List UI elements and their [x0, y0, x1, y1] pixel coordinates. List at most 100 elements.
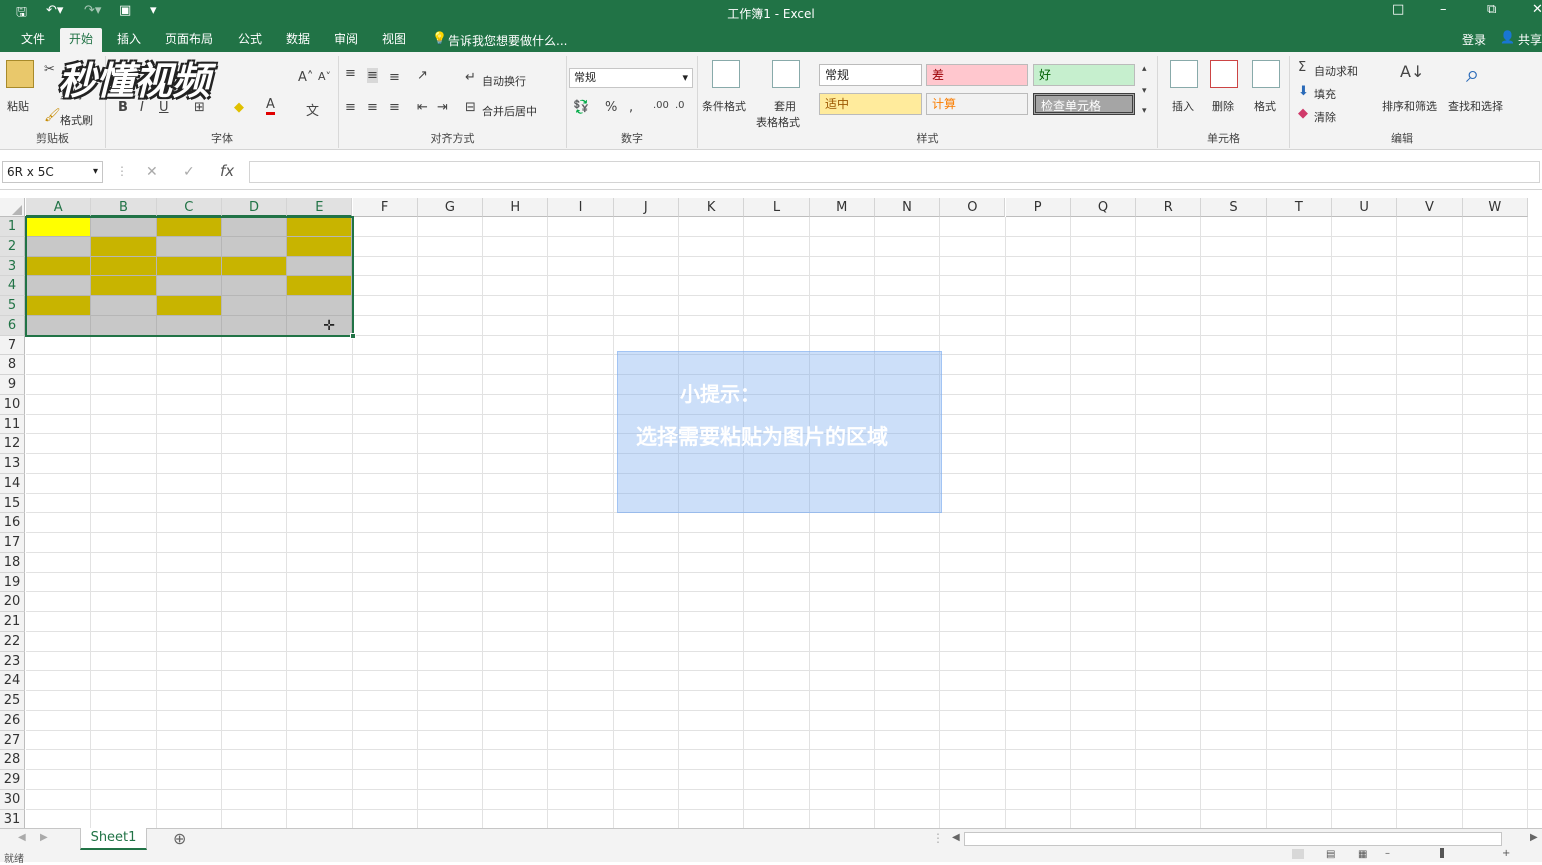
clear-button[interactable]: 清除 — [1314, 109, 1336, 125]
style-good[interactable]: 好 — [1033, 64, 1135, 86]
row-header-31[interactable]: 31 — [0, 809, 25, 828]
row-header-4[interactable]: 4 — [0, 276, 25, 296]
find-search-icon[interactable]: ⌕ — [1466, 60, 1479, 88]
cut-icon[interactable]: ✂ — [44, 62, 55, 77]
row-header-19[interactable]: 19 — [0, 572, 25, 593]
enter-check-icon[interactable]: ✓ — [183, 164, 195, 180]
select-all-button[interactable] — [0, 198, 25, 217]
column-header-a[interactable]: A — [26, 198, 92, 217]
tab-0[interactable]: 文件 — [12, 30, 54, 50]
column-header-o[interactable]: O — [940, 198, 1006, 217]
phonetic-icon[interactable]: 文 — [306, 100, 319, 119]
zoom-slider[interactable] — [1440, 848, 1444, 858]
format-cells-button[interactable]: 格式 — [1254, 98, 1276, 114]
row-header-14[interactable]: 14 — [0, 473, 25, 494]
tab-6[interactable]: 审阅 — [325, 30, 367, 50]
align-bottom-icon[interactable]: ≡ — [389, 70, 400, 85]
font-color-icon[interactable]: A — [266, 98, 275, 115]
row-header-9[interactable]: 9 — [0, 375, 25, 395]
delete-cells-button[interactable]: 删除 — [1212, 98, 1234, 114]
styles-scroll-up-icon[interactable]: ▴ — [1142, 64, 1147, 74]
row-header-3[interactable]: 3 — [0, 256, 25, 277]
format-cells-icon[interactable] — [1252, 60, 1280, 88]
tell-me-input[interactable]: 告诉我您想要做什么... — [448, 32, 567, 49]
increase-indent-icon[interactable]: ⇥ — [437, 100, 448, 115]
align-center-icon[interactable]: ≡ — [367, 100, 378, 115]
style-check[interactable]: 检查单元格 — [1033, 93, 1135, 115]
delete-cells-icon[interactable] — [1210, 60, 1238, 88]
row-header-11[interactable]: 11 — [0, 414, 25, 435]
fill-color-icon[interactable]: ◆ — [234, 100, 244, 115]
row-header-5[interactable]: 5 — [0, 296, 25, 316]
align-right-icon[interactable]: ≡ — [389, 100, 400, 115]
style-calc[interactable]: 计算 — [926, 93, 1028, 115]
percent-icon[interactable]: % — [605, 100, 617, 115]
row-header-10[interactable]: 10 — [0, 394, 25, 415]
number-format-select[interactable]: 常规 ▾ — [569, 68, 693, 88]
add-sheet-icon[interactable]: ⊕ — [173, 829, 186, 848]
column-header-p[interactable]: P — [1005, 198, 1071, 217]
column-header-v[interactable]: V — [1397, 198, 1463, 217]
paste-button[interactable]: 粘贴 — [7, 98, 29, 114]
format-painter-icon[interactable]: 🖌 — [44, 108, 61, 123]
formula-input[interactable] — [249, 161, 1540, 183]
wrap-text-button[interactable]: 自动换行 — [482, 73, 526, 89]
increase-decimal-icon[interactable]: .00 — [653, 100, 669, 111]
comma-icon[interactable]: , — [629, 100, 633, 115]
column-header-u[interactable]: U — [1332, 198, 1398, 217]
sheet-next-icon[interactable]: ▶ — [40, 832, 48, 843]
merge-center-button[interactable]: 合并后居中 — [482, 103, 537, 119]
column-header-t[interactable]: T — [1266, 198, 1332, 217]
column-header-k[interactable]: K — [679, 198, 745, 217]
style-normal[interactable]: 常规 — [819, 64, 922, 86]
login-link[interactable]: 登录 — [1462, 31, 1486, 48]
column-header-i[interactable]: I — [548, 198, 614, 217]
column-header-q[interactable]: Q — [1070, 198, 1137, 217]
row-header-15[interactable]: 15 — [0, 493, 25, 514]
increase-font-icon[interactable]: A˄ — [298, 70, 313, 85]
row-header-2[interactable]: 2 — [0, 236, 25, 257]
column-header-e[interactable]: E — [287, 198, 353, 217]
column-header-b[interactable]: B — [91, 198, 157, 217]
row-header-22[interactable]: 22 — [0, 631, 25, 652]
row-header-29[interactable]: 29 — [0, 770, 25, 790]
sheet-tab-sheet1[interactable]: Sheet1 — [80, 828, 147, 850]
row-header-26[interactable]: 26 — [0, 710, 25, 731]
column-header-n[interactable]: N — [874, 198, 941, 217]
tab-3[interactable]: 页面布局 — [156, 30, 222, 50]
column-header-r[interactable]: R — [1136, 198, 1202, 217]
tab-split-grip-icon[interactable]: ⋮ — [932, 831, 944, 845]
minimize-icon[interactable]: – — [1440, 2, 1447, 17]
row-header-23[interactable]: 23 — [0, 651, 25, 672]
decrease-decimal-icon[interactable]: .0 — [675, 100, 685, 111]
insert-function-icon[interactable]: fx — [220, 162, 234, 180]
row-header-28[interactable]: 28 — [0, 750, 25, 770]
column-header-g[interactable]: G — [417, 198, 484, 217]
worksheet-grid[interactable]: A B C D E F G H I J K L M N O P Q R S T U V W 1 2 3 4 5 6 7 8 9 10 11 12 13… — [0, 198, 1542, 828]
column-header-l[interactable]: L — [744, 198, 810, 217]
insert-cells-button[interactable]: 插入 — [1172, 98, 1194, 114]
row-header-7[interactable]: 7 — [0, 335, 25, 356]
sort-filter-icon[interactable]: A↓ — [1400, 62, 1424, 81]
column-header-w[interactable]: W — [1462, 198, 1528, 217]
row-header-30[interactable]: 30 — [0, 789, 25, 810]
styles-scroll-down-icon[interactable]: ▾ — [1142, 86, 1147, 96]
row-header-1[interactable]: 1 — [0, 217, 25, 237]
format-table-icon[interactable] — [772, 60, 800, 88]
row-header-12[interactable]: 12 — [0, 434, 25, 454]
cancel-icon[interactable]: ✕ — [146, 164, 158, 180]
tab-4[interactable]: 公式 — [229, 30, 271, 50]
row-header-24[interactable]: 24 — [0, 671, 25, 691]
close-icon[interactable]: ✕ — [1532, 2, 1542, 17]
page-layout-view-icon[interactable]: ▤ — [1326, 849, 1335, 860]
column-header-m[interactable]: M — [809, 198, 875, 217]
row-header-17[interactable]: 17 — [0, 533, 25, 553]
fill-handle[interactable] — [349, 332, 356, 339]
decrease-font-icon[interactable]: A˅ — [318, 70, 331, 83]
share-button[interactable]: 共享 — [1518, 31, 1542, 48]
row-header-16[interactable]: 16 — [0, 513, 25, 533]
insert-cells-icon[interactable] — [1170, 60, 1198, 88]
name-box[interactable]: 6R x 5C ▾ — [2, 161, 103, 183]
tab-1[interactable]: 开始 — [60, 28, 103, 52]
row-header-18[interactable]: 18 — [0, 552, 25, 573]
